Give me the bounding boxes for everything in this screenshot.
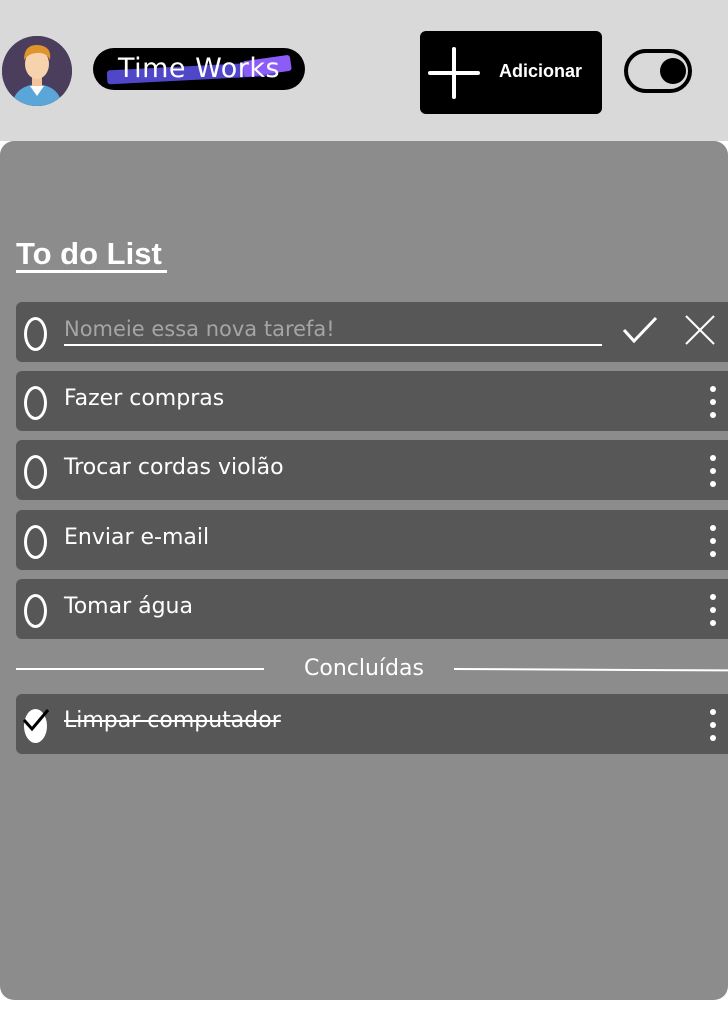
add-button-label: Adicionar (499, 61, 583, 81)
header-bar: Time Works Adicionar (0, 0, 728, 141)
kebab-menu-icon[interactable] (708, 524, 718, 558)
title-underline (16, 270, 167, 273)
task-checkbox[interactable] (24, 386, 47, 420)
close-icon[interactable] (684, 314, 716, 346)
task-label: Tomar água (64, 594, 193, 619)
task-checkbox[interactable] (24, 455, 47, 489)
check-icon[interactable] (622, 314, 658, 346)
task-checkbox[interactable] (24, 594, 47, 628)
task-label: Enviar e-mail (64, 525, 210, 550)
completed-task-row[interactable]: Limpar computador (16, 694, 728, 754)
check-icon (22, 709, 50, 732)
theme-toggle[interactable] (624, 49, 692, 93)
kebab-menu-icon[interactable] (708, 593, 718, 627)
kebab-menu-icon[interactable] (708, 385, 718, 419)
task-row[interactable]: Tomar água (16, 579, 728, 639)
new-task-input[interactable] (64, 314, 602, 346)
task-row[interactable]: Fazer compras (16, 371, 728, 431)
new-task-row (16, 302, 728, 362)
kebab-menu-icon[interactable] (708, 454, 718, 488)
time-works-logo: Time Works (93, 48, 305, 90)
avatar[interactable] (2, 36, 72, 106)
task-label: Fazer compras (64, 386, 225, 411)
plus-icon (428, 47, 480, 99)
task-label: Trocar cordas violão (64, 455, 284, 480)
completed-heading: Concluídas (304, 656, 424, 681)
add-task-button[interactable]: Adicionar (420, 31, 602, 114)
divider-left (16, 668, 264, 670)
page-title: To do List (16, 236, 162, 271)
task-label: Limpar computador (64, 708, 281, 733)
task-checkbox[interactable] (24, 317, 47, 351)
kebab-menu-icon[interactable] (708, 708, 718, 742)
task-row[interactable]: Trocar cordas violão (16, 440, 728, 500)
toggle-knob (660, 58, 686, 84)
task-row[interactable]: Enviar e-mail (16, 510, 728, 570)
task-checkbox[interactable] (24, 525, 47, 559)
